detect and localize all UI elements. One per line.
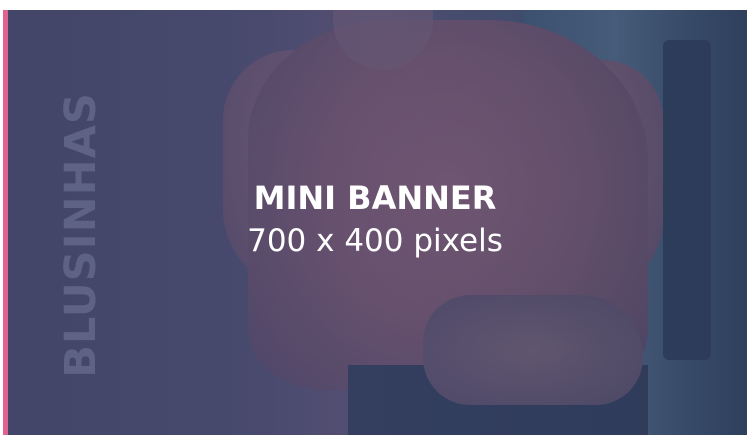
banner-title: MINI BANNER	[253, 179, 497, 217]
banner-subtitle: 700 x 400 pixels	[247, 223, 503, 259]
banner-caption: MINI BANNER 700 x 400 pixels	[3, 178, 747, 262]
mini-banner[interactable]: BLUSINHAS MINI BANNER 700 x 400 pixels	[3, 10, 747, 435]
